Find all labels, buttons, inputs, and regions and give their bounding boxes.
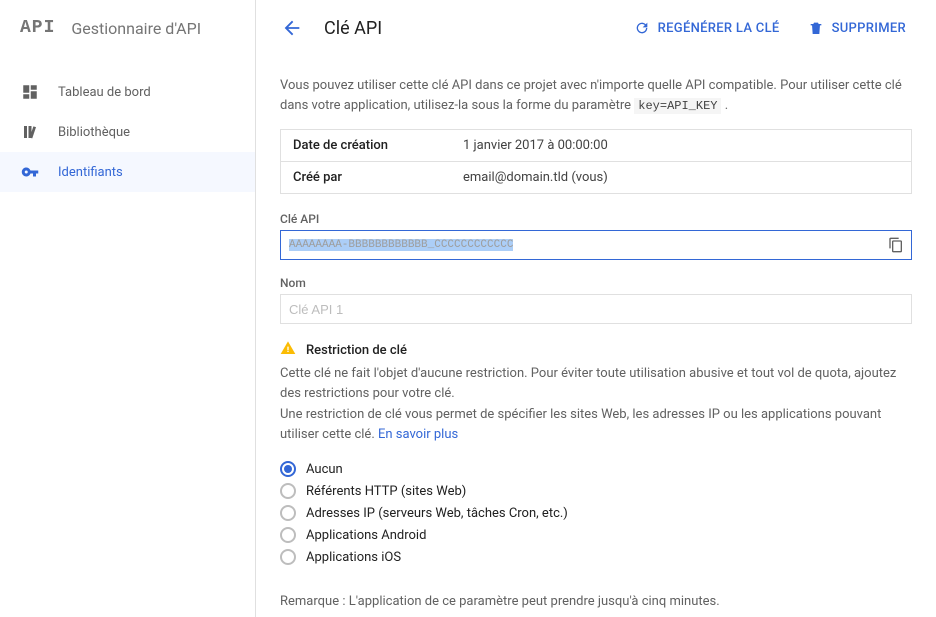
description: Vous pouvez utiliser cette clé API dans …: [280, 76, 912, 115]
note: Remarque : L'application de ce paramètre…: [280, 594, 912, 609]
topbar: Clé API Regénérer la clé Supprimer: [256, 0, 936, 56]
copy-button[interactable]: [881, 231, 911, 259]
restriction-desc-2: Une restriction de clé vous permet de sp…: [280, 405, 912, 444]
radio-input[interactable]: [280, 549, 296, 565]
api-key-value: AAAAAAAA-BBBBBBBBBBBB_CCCCCCCCCCCC: [289, 239, 513, 251]
api-key-group: Clé API AAAAAAAA-BBBBBBBBBBBB_CCCCCCCCCC…: [280, 212, 912, 260]
info-block: Date de création 1 janvier 2017 à 00:00:…: [280, 129, 912, 194]
radio-input[interactable]: [280, 527, 296, 543]
radio-input[interactable]: [280, 461, 296, 477]
radio-ios[interactable]: Applications iOS: [280, 546, 912, 568]
info-label-created: Date de création: [281, 130, 451, 161]
sidebar-item-label: Bibliothèque: [58, 125, 130, 140]
desc-text: Vous pouvez utiliser cette clé API dans …: [280, 78, 902, 113]
radio-label: Adresses IP (serveurs Web, tâches Cron, …: [306, 506, 568, 521]
library-icon: [20, 122, 40, 142]
delete-button[interactable]: Supprimer: [798, 14, 916, 42]
restriction-block: Restriction de clé Cette clé ne fait l'o…: [280, 340, 912, 568]
content: Vous pouvez utiliser cette clé API dans …: [256, 56, 936, 617]
sidebar-item-label: Tableau de bord: [58, 85, 151, 100]
restriction-title: Restriction de clé: [306, 343, 407, 358]
api-key-label: Clé API: [280, 212, 912, 226]
restriction-desc-2-text: Une restriction de clé vous permet de sp…: [280, 407, 881, 442]
radio-none[interactable]: Aucun: [280, 458, 912, 480]
desc-text-end: .: [721, 98, 728, 113]
key-icon: [20, 162, 40, 182]
refresh-icon: [634, 20, 650, 36]
radio-label: Aucun: [306, 462, 343, 477]
sidebar-title: Gestionnaire d'API: [71, 19, 201, 38]
sidebar-header: API Gestionnaire d'API: [0, 0, 255, 56]
sidebar-item-library[interactable]: Bibliothèque: [0, 112, 255, 152]
warning-icon: [280, 340, 296, 360]
info-label-by: Créé par: [281, 162, 451, 193]
sidebar: API Gestionnaire d'API Tableau de bord B…: [0, 0, 256, 617]
main: Clé API Regénérer la clé Supprimer Vous …: [256, 0, 936, 617]
restriction-header: Restriction de clé: [280, 340, 912, 360]
arrow-left-icon: [281, 17, 303, 39]
back-button[interactable]: [276, 12, 308, 44]
info-value-by: email@domain.tld (vous): [451, 162, 911, 193]
desc-code: key=API_KEY: [634, 98, 721, 114]
delete-label: Supprimer: [832, 21, 906, 36]
copy-icon: [888, 237, 904, 253]
learn-more-link[interactable]: En savoir plus: [378, 427, 458, 442]
radio-group: Aucun Référents HTTP (sites Web) Adresse…: [280, 458, 912, 568]
info-value-created: 1 janvier 2017 à 00:00:00: [451, 130, 911, 161]
radio-label: Applications iOS: [306, 550, 401, 565]
sidebar-item-dashboard[interactable]: Tableau de bord: [0, 72, 255, 112]
dashboard-icon: [20, 82, 40, 102]
sidebar-item-credentials[interactable]: Identifiants: [0, 152, 255, 192]
sidebar-item-label: Identifiants: [58, 165, 123, 180]
name-input[interactable]: [280, 294, 912, 324]
trash-icon: [808, 20, 824, 36]
info-row-created: Date de création 1 janvier 2017 à 00:00:…: [281, 130, 911, 162]
regenerate-label: Regénérer la clé: [658, 21, 780, 36]
radio-http-referrers[interactable]: Référents HTTP (sites Web): [280, 480, 912, 502]
info-row-by: Créé par email@domain.tld (vous): [281, 162, 911, 193]
restriction-desc-1: Cette clé ne fait l'objet d'aucune restr…: [280, 364, 912, 403]
radio-input[interactable]: [280, 505, 296, 521]
api-logo: API: [20, 18, 55, 38]
radio-input[interactable]: [280, 483, 296, 499]
name-label: Nom: [280, 276, 912, 290]
name-group: Nom: [280, 276, 912, 324]
regenerate-button[interactable]: Regénérer la clé: [624, 14, 790, 42]
api-key-field: AAAAAAAA-BBBBBBBBBBBB_CCCCCCCCCCCC: [280, 230, 912, 260]
radio-label: Référents HTTP (sites Web): [306, 484, 466, 499]
radio-ip-addresses[interactable]: Adresses IP (serveurs Web, tâches Cron, …: [280, 502, 912, 524]
radio-label: Applications Android: [306, 528, 426, 543]
radio-android[interactable]: Applications Android: [280, 524, 912, 546]
page-title: Clé API: [324, 18, 382, 39]
sidebar-nav: Tableau de bord Bibliothèque Identifiant…: [0, 56, 255, 192]
api-key-input[interactable]: AAAAAAAA-BBBBBBBBBBBB_CCCCCCCCCCCC: [281, 233, 881, 257]
